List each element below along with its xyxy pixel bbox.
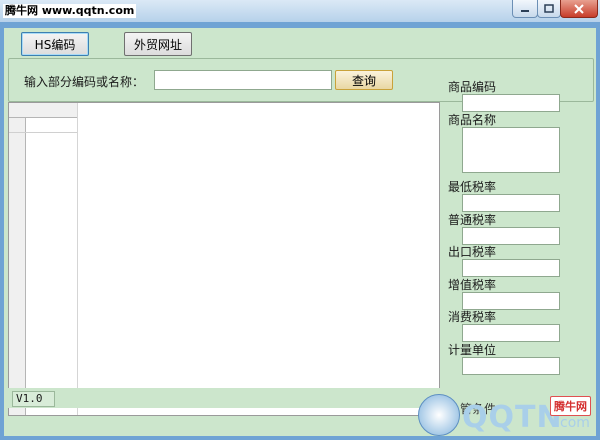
grid-column-divider xyxy=(77,103,78,415)
title-bar: 腾牛网 www.qqtn.com xyxy=(0,0,600,22)
watermark-suffix: com xyxy=(560,415,590,431)
hs-code-tab-button[interactable]: HS编码 xyxy=(21,32,89,56)
export-rate-label: 出口税率 xyxy=(448,245,497,259)
grid-corner-cell xyxy=(9,103,25,118)
detail-panel: 商品编码 商品名称 最低税率 普通税率 出口税率 增值税率 消费税率 计量单位 xyxy=(446,78,586,408)
unit-label: 计量单位 xyxy=(448,343,497,357)
min-rate-label: 最低税率 xyxy=(448,180,497,194)
min-rate-field[interactable] xyxy=(462,194,560,212)
grid-column-header[interactable] xyxy=(25,103,78,118)
close-button[interactable] xyxy=(560,0,598,18)
grid-row[interactable] xyxy=(9,118,77,133)
query-button[interactable]: 查询 xyxy=(335,70,393,90)
consumption-rate-field[interactable] xyxy=(462,324,560,342)
vat-rate-label: 增值税率 xyxy=(448,278,497,292)
minimize-icon xyxy=(521,9,529,12)
trade-links-tab-button[interactable]: 外贸网址 xyxy=(124,32,192,56)
consumption-rate-label: 消费税率 xyxy=(448,310,497,324)
grid-row-header xyxy=(9,103,26,415)
minimize-button[interactable] xyxy=(512,0,538,18)
maximize-icon xyxy=(544,4,554,13)
close-icon xyxy=(574,3,584,14)
name-label: 商品名称 xyxy=(448,113,497,127)
maximize-button[interactable] xyxy=(537,0,561,18)
name-field[interactable] xyxy=(462,127,560,173)
search-label: 输入部分编码或名称： xyxy=(24,75,145,89)
unit-field[interactable] xyxy=(462,357,560,375)
watermark-logo xyxy=(418,394,460,436)
window-title: 腾牛网 www.qqtn.com xyxy=(3,4,137,18)
watermark-brand: QQTN xyxy=(462,400,563,435)
code-field[interactable] xyxy=(462,94,560,112)
results-grid[interactable] xyxy=(8,102,440,416)
version-label: V1.0 xyxy=(12,391,55,407)
app-window: 腾牛网 www.qqtn.com HS编码 外贸网址 输入部分编码或名称： 查询… xyxy=(0,0,600,440)
general-rate-label: 普通税率 xyxy=(448,213,497,227)
watermark-badge: 腾牛网 xyxy=(550,396,591,416)
code-label: 商品编码 xyxy=(448,80,497,94)
search-input[interactable] xyxy=(154,70,332,90)
export-rate-field[interactable] xyxy=(462,259,560,277)
